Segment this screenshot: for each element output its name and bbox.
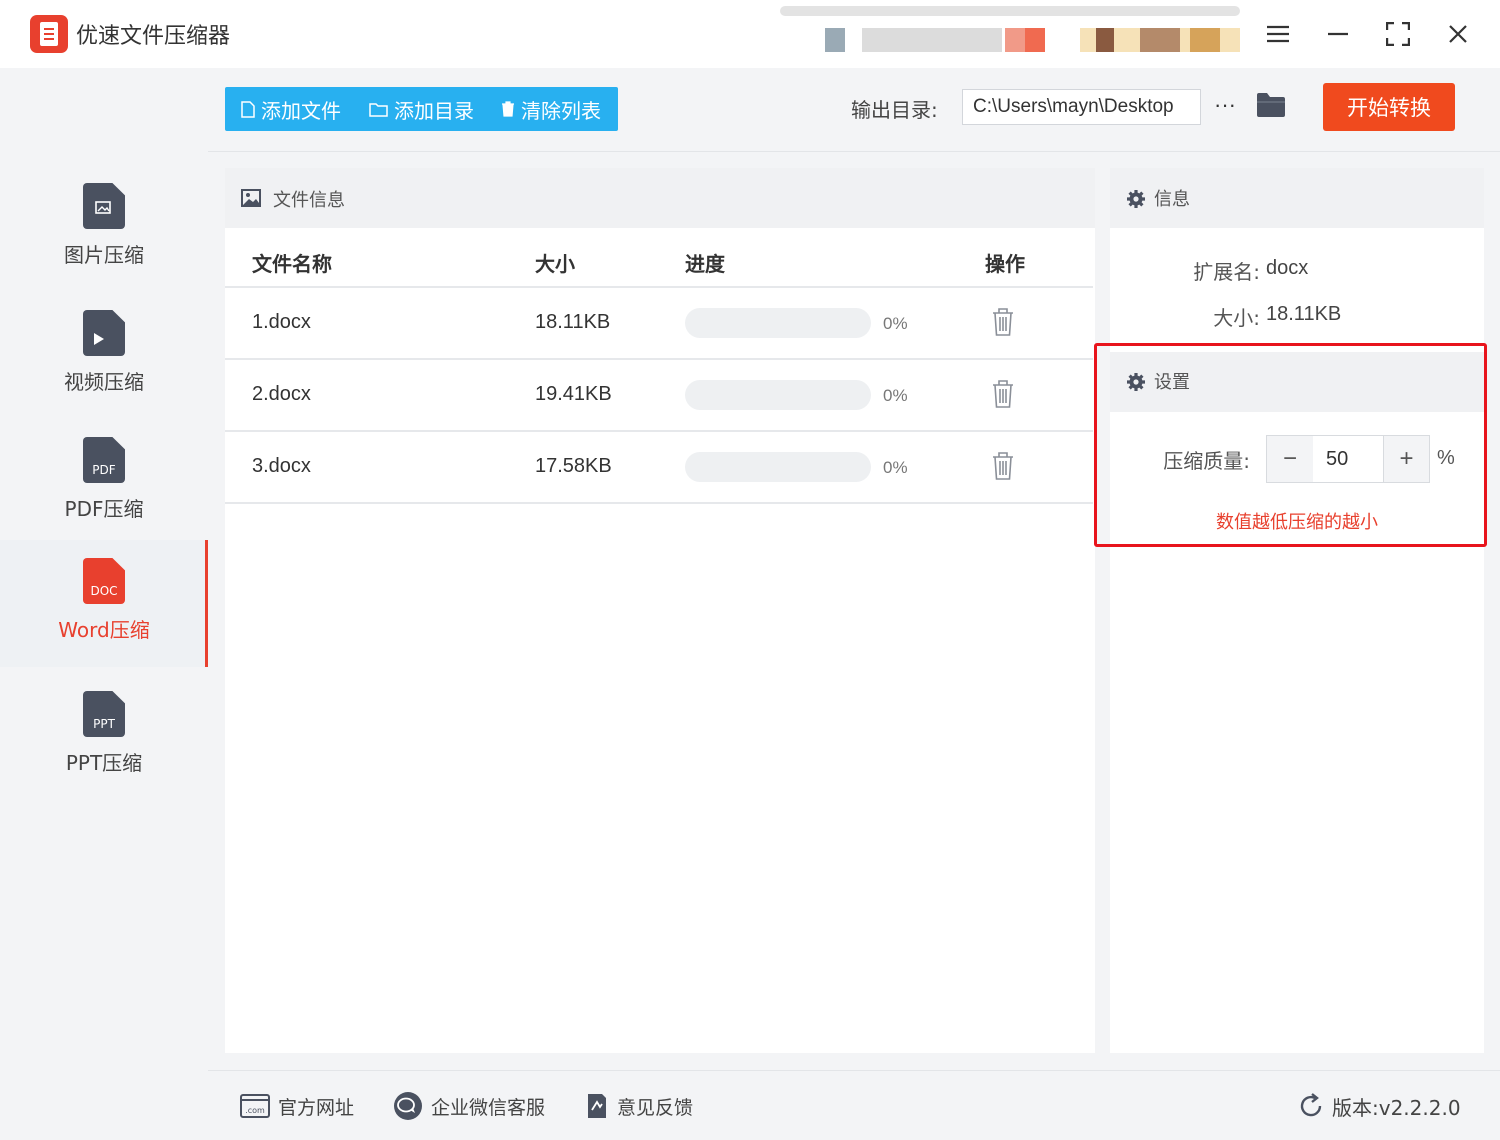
- refresh-icon: [1300, 1093, 1322, 1117]
- ppt-file-icon: PPT: [83, 691, 125, 737]
- table-row[interactable]: 3.docx 17.58KB 0%: [225, 431, 1093, 503]
- progress-text: 0%: [883, 386, 908, 405]
- minimize-button[interactable]: [1318, 14, 1358, 54]
- app-title: 优速文件压缩器: [76, 24, 231, 49]
- progress-bar: [685, 308, 871, 338]
- folder-icon: [1257, 93, 1285, 117]
- minimize-icon: [1328, 32, 1348, 36]
- table-row[interactable]: 1.docx 18.11KB 0%: [225, 287, 1093, 359]
- wechat-service-link[interactable]: 企业微信客服: [393, 1090, 545, 1122]
- sidebar-item-label: 图片压缩: [64, 243, 144, 267]
- ppt-tag: PPT: [93, 717, 115, 731]
- delete-trash-icon[interactable]: [991, 379, 1015, 409]
- doc-file-icon: DOC: [83, 558, 125, 604]
- sidebar-item-label: PDF压缩: [64, 497, 144, 521]
- column-header-size: 大小: [535, 252, 575, 276]
- pdf-tag: PDF: [92, 463, 116, 477]
- sidebar-item-video[interactable]: 视频压缩: [0, 292, 208, 419]
- close-icon: [1449, 25, 1467, 43]
- file-icon: [241, 100, 255, 118]
- size-value: 18.11KB: [1266, 303, 1342, 325]
- delete-trash-icon[interactable]: [991, 451, 1015, 481]
- hamburger-icon: [1267, 25, 1289, 43]
- app-logo-icon: [30, 15, 68, 53]
- close-button[interactable]: [1438, 14, 1478, 54]
- sidebar-item-label: Word压缩: [58, 618, 150, 642]
- sidebar-item-word[interactable]: DOC Word压缩: [0, 540, 208, 667]
- website-link[interactable]: .com 官方网址: [240, 1090, 354, 1122]
- image-icon: [241, 189, 261, 207]
- version-label: 版本:v2.2.2.0: [1332, 1095, 1461, 1120]
- file-name: 3.docx: [252, 455, 311, 477]
- wechat-icon: [394, 1092, 422, 1120]
- output-dir-input[interactable]: C:\Users\mayn\Desktop: [962, 89, 1201, 125]
- table-divider: [225, 502, 1093, 504]
- delete-trash-icon[interactable]: [991, 307, 1015, 337]
- output-dir-label: 输出目录:: [851, 98, 938, 122]
- start-convert-button[interactable]: 开始转换: [1323, 83, 1455, 131]
- column-header-progress: 进度: [685, 252, 725, 276]
- sidebar-item-ppt[interactable]: PPT PPT压缩: [0, 673, 208, 800]
- doc-tag: DOC: [90, 584, 118, 598]
- gear-icon: [1127, 190, 1145, 208]
- sidebar-item-image[interactable]: 图片压缩: [0, 165, 208, 292]
- folder-outline-icon: [369, 102, 388, 117]
- add-folder-label: 添加目录: [394, 98, 474, 123]
- open-folder-button[interactable]: [1256, 92, 1286, 120]
- fullscreen-icon: [1386, 22, 1410, 46]
- header-divider: [208, 151, 1500, 152]
- file-size: 17.58KB: [535, 455, 612, 477]
- add-file-button[interactable]: 添加文件: [241, 87, 341, 131]
- file-size: 19.41KB: [535, 383, 612, 405]
- sidebar-item-label: 视频压缩: [64, 370, 144, 394]
- trash-small-icon: [502, 101, 514, 117]
- sidebar: 图片压缩 视频压缩 PDF PDF压缩 DOC Word压缩 PPT PPT压缩: [0, 68, 208, 1140]
- clear-list-button[interactable]: 清除列表: [501, 87, 601, 131]
- sidebar-item-pdf[interactable]: PDF PDF压缩: [0, 419, 208, 546]
- website-label: 官方网址: [278, 1096, 355, 1119]
- file-name: 2.docx: [252, 383, 311, 405]
- column-header-name: 文件名称: [252, 252, 332, 276]
- ext-value: docx: [1266, 257, 1309, 279]
- file-info-panel: 文件信息 文件名称 大小 进度 操作 1.docx 18.11KB 0% 2.d…: [225, 168, 1095, 1053]
- browse-more-button[interactable]: ···: [1212, 92, 1238, 118]
- progress-bar: [685, 380, 871, 410]
- feedback-link[interactable]: 意见反馈: [585, 1090, 693, 1122]
- video-file-icon: [83, 310, 125, 356]
- blurred-account-area: [780, 6, 1250, 58]
- feedback-label: 意见反馈: [617, 1096, 694, 1119]
- file-panel-title: 文件信息: [273, 190, 345, 211]
- wechat-label: 企业微信客服: [431, 1096, 546, 1119]
- info-panel-title: 信息: [1154, 189, 1190, 210]
- feedback-icon: [588, 1094, 606, 1118]
- file-size: 18.11KB: [535, 311, 611, 333]
- file-name: 1.docx: [252, 311, 311, 333]
- column-header-action: 操作: [985, 252, 1025, 276]
- file-panel-header: 文件信息: [225, 168, 1095, 228]
- version-info[interactable]: 版本:v2.2.2.0: [1298, 1090, 1461, 1122]
- add-file-label: 添加文件: [261, 98, 341, 123]
- ext-label: 扩展名:: [1193, 260, 1260, 284]
- footer-divider: [208, 1070, 1500, 1071]
- settings-highlight-box: [1094, 343, 1487, 547]
- progress-bar: [685, 452, 871, 482]
- progress-text: 0%: [883, 458, 908, 477]
- menu-button[interactable]: [1258, 14, 1298, 54]
- size-label: 大小:: [1213, 306, 1260, 330]
- table-row[interactable]: 2.docx 19.41KB 0%: [225, 359, 1093, 431]
- svg-text:.com: .com: [245, 1106, 265, 1115]
- sidebar-item-label: PPT压缩: [65, 751, 143, 775]
- clear-list-label: 清除列表: [521, 98, 601, 123]
- info-panel-header: 信息: [1110, 168, 1484, 228]
- maximize-button[interactable]: [1378, 14, 1418, 54]
- progress-text: 0%: [883, 314, 908, 333]
- add-folder-button[interactable]: 添加目录: [369, 87, 474, 131]
- file-action-toolbar: 添加文件 添加目录 清除列表: [225, 87, 618, 131]
- title-bar: 优速文件压缩器: [0, 0, 1500, 68]
- website-icon: .com: [240, 1094, 270, 1118]
- info-panel: 信息 扩展名: docx 大小: 18.11KB 设置 压缩质量: − 50 +…: [1110, 168, 1484, 1053]
- pdf-file-icon: PDF: [83, 437, 125, 483]
- image-file-icon: [83, 183, 125, 229]
